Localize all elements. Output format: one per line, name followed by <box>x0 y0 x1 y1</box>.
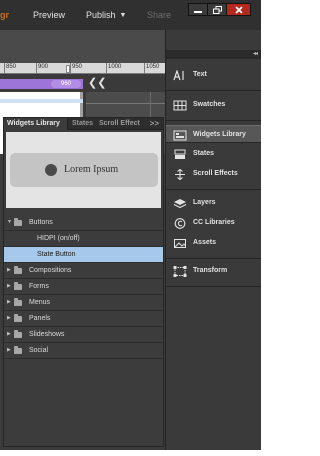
ruler-tick: 900 <box>38 64 49 70</box>
transform-icon <box>173 266 187 277</box>
panel-item-layers[interactable]: Layers <box>166 194 261 212</box>
panel-item-label: Layers <box>193 199 216 206</box>
tree-item-label: Buttons <box>29 219 53 226</box>
tree-item-label: Menus <box>29 299 51 306</box>
panel-item-label: Scroll Effects <box>193 170 238 177</box>
expanded-arrow-icon[interactable]: ▼ <box>7 215 13 230</box>
collapsed-arrow-icon[interactable]: ▶ <box>7 263 13 278</box>
collapsed-arrow-icon[interactable]: ▶ <box>7 343 13 358</box>
folder-icon <box>14 314 22 322</box>
layers-icon <box>173 199 187 209</box>
restore-button[interactable] <box>208 4 227 15</box>
folder-icon <box>14 298 22 306</box>
page-header-strip <box>0 99 83 103</box>
scroll-effects-icon <box>175 169 185 180</box>
collapsed-arrow-icon[interactable]: ▶ <box>7 295 13 310</box>
tree-item-label: Compositions <box>29 267 72 274</box>
widget-preview: Lorem Ipsum <box>6 132 161 208</box>
tab-widgets-library[interactable]: Widgets Library <box>4 118 68 130</box>
panel-tab-strip: Widgets Library States Scroll Effect >> <box>4 118 163 130</box>
tree-item-menus[interactable]: ▶ Menus <box>4 295 163 311</box>
minimize-icon <box>194 10 202 13</box>
tree-item-social[interactable]: ▶ Social <box>4 343 163 359</box>
text-icon <box>173 70 184 81</box>
panel-item-states[interactable]: States <box>166 145 261 163</box>
folder-icon <box>14 266 22 274</box>
tree-item-label: Slideshows <box>29 331 65 338</box>
minimize-button[interactable] <box>189 4 208 15</box>
ruler-tick: 950 <box>72 64 83 70</box>
panel-item-cc-libraries[interactable]: CC Libraries <box>166 214 261 232</box>
tab-scroll-effect[interactable]: Scroll Effect <box>99 118 145 130</box>
screenshot-margin <box>0 450 261 456</box>
collapsed-arrow-icon[interactable]: ▶ <box>7 311 13 326</box>
cc-libraries-icon <box>174 218 186 229</box>
states-icon <box>174 149 186 159</box>
swatches-icon <box>173 100 187 111</box>
panel-dock-header: ◂◂ <box>166 50 261 59</box>
ruler-tick: 1000 <box>108 64 122 70</box>
breakpoint-handle-icon[interactable]: ❮❮ <box>88 78 106 89</box>
panel-item-label: Assets <box>193 239 216 246</box>
tab-states[interactable]: States <box>72 118 93 130</box>
preview-menu[interactable]: Preview <box>33 9 65 21</box>
panel-dock: ◂◂ Text Swatches Widgets Library States <box>165 30 261 450</box>
share-menu[interactable]: Share <box>147 9 171 21</box>
panel-item-label: Swatches <box>193 101 226 108</box>
tree-item-label: Panels <box>29 315 51 322</box>
app-menu-bar: gn Preview Publish ▼ Share <box>0 0 261 30</box>
restore-icon <box>212 5 222 14</box>
tree-item-buttons[interactable]: ▼ Buttons <box>4 215 163 231</box>
assets-icon <box>174 239 186 248</box>
panel-item-label: Widgets Library <box>193 131 246 138</box>
widgets-library-icon <box>173 130 187 141</box>
preview-state-button: Lorem Ipsum <box>10 153 158 187</box>
tree-item-hidpi[interactable]: HIDPI (on/off) <box>4 231 163 247</box>
panel-item-transform[interactable]: Transform <box>166 262 261 280</box>
tree-item-compositions[interactable]: ▶ Compositions <box>4 263 163 279</box>
window-controls <box>188 3 251 16</box>
tree-item-slideshows[interactable]: ▶ Slideshows <box>4 327 163 343</box>
chevron-down-icon: ▼ <box>119 12 127 19</box>
collapsed-arrow-icon[interactable]: ▶ <box>7 279 13 294</box>
preview-button-text: Lorem Ipsum <box>64 164 119 175</box>
tree-item-label: Forms <box>29 283 49 290</box>
folder-icon <box>14 218 22 226</box>
panel-item-label: Transform <box>193 267 228 274</box>
panel-item-label: CC Libraries <box>193 219 235 226</box>
tree-item-label: State Button <box>37 251 76 258</box>
folder-icon <box>14 282 22 290</box>
collapse-dock-icon[interactable]: ◂◂ <box>253 50 258 59</box>
close-icon <box>234 5 243 14</box>
app-logo-fragment: gn <box>0 10 9 20</box>
folder-icon <box>14 346 22 354</box>
ruler-tick: 850 <box>6 64 17 70</box>
panel-item-widgets-library[interactable]: Widgets Library <box>166 125 261 143</box>
publish-menu[interactable]: Publish ▼ <box>86 9 126 22</box>
panel-item-label: Text <box>193 71 207 78</box>
horizontal-ruler: 850 900 950 1000 1050 <box>0 63 165 74</box>
tree-item-state-button[interactable]: State Button <box>4 247 163 263</box>
canvas-toolbar-area <box>0 30 165 63</box>
panel-item-text[interactable]: Text <box>166 66 261 84</box>
button-dot-icon <box>45 164 57 176</box>
close-button[interactable] <box>227 4 250 15</box>
tree-item-panels[interactable]: ▶ Panels <box>4 311 163 327</box>
panel-item-label: States <box>193 150 215 157</box>
panel-menu-icon[interactable]: >> <box>150 118 159 130</box>
publish-menu-label: Publish <box>86 10 116 20</box>
panel-item-assets[interactable]: Assets <box>166 234 261 252</box>
widgets-library-panel: Widgets Library States Scroll Effect >> … <box>3 117 164 447</box>
tree-item-forms[interactable]: ▶ Forms <box>4 279 163 295</box>
breakpoint-width-badge[interactable]: 960 <box>51 80 81 88</box>
widget-tree: ▼ Buttons HIDPI (on/off) State Button ▶ … <box>4 215 163 359</box>
panel-item-swatches[interactable]: Swatches <box>166 96 261 114</box>
tree-item-label: HIDPI (on/off) <box>37 235 80 242</box>
panel-item-scroll-effects[interactable]: Scroll Effects <box>166 165 261 183</box>
ruler-tick: 1050 <box>146 64 160 70</box>
collapsed-arrow-icon[interactable]: ▶ <box>7 327 13 342</box>
guide-line <box>86 103 165 104</box>
folder-icon <box>14 330 22 338</box>
tree-item-label: Social <box>29 347 49 354</box>
